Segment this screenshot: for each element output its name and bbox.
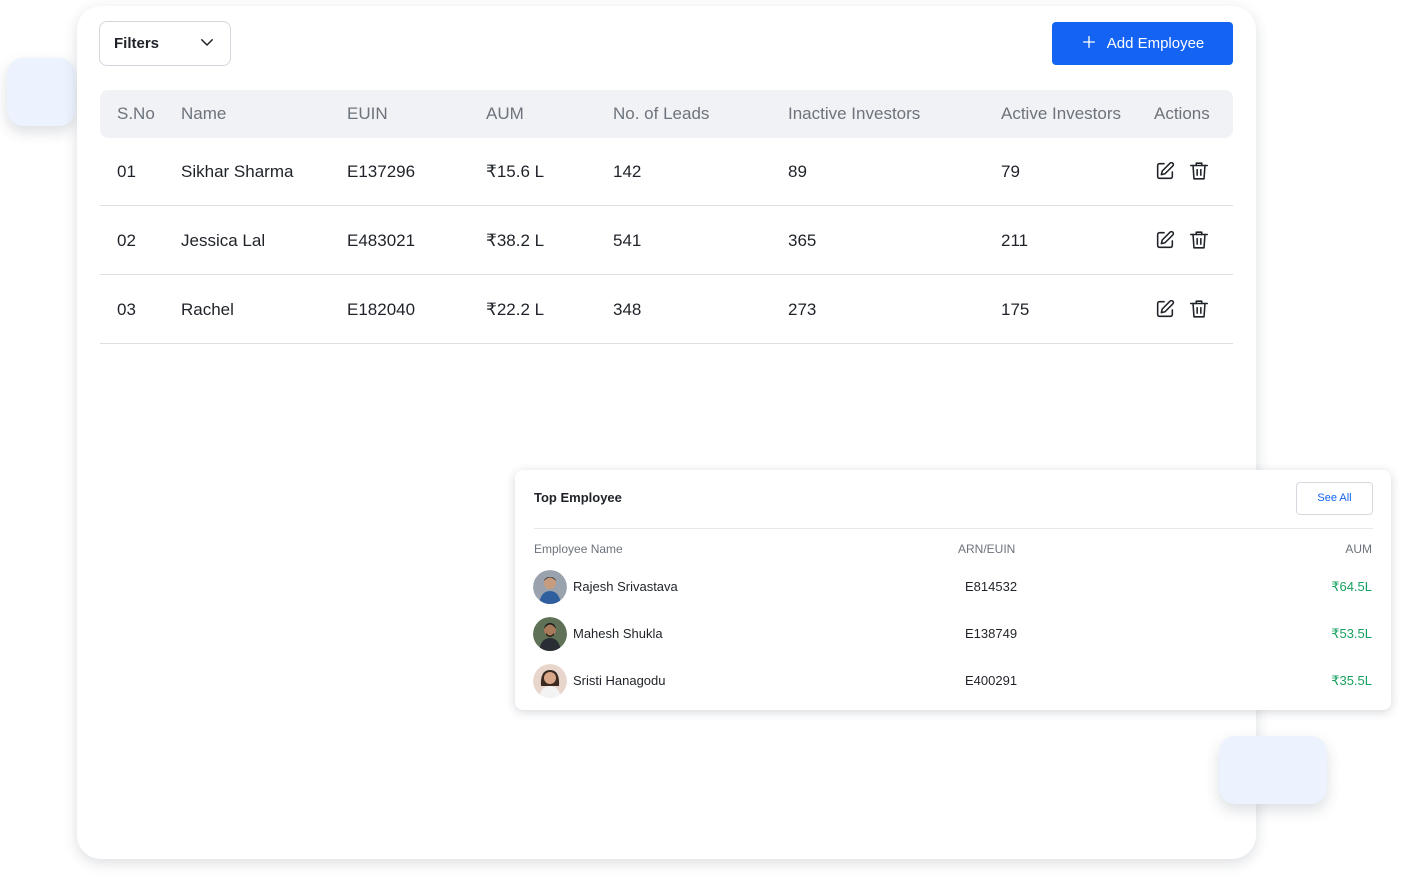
employee-arn: E400291 — [965, 673, 1018, 688]
edit-icon[interactable] — [1154, 229, 1176, 251]
employee-name: Sristi Hanagodu — [573, 673, 666, 688]
column-header-name: Name — [181, 104, 227, 123]
top-employee-card: Top Employee See All Employee Name ARN/E… — [515, 470, 1391, 710]
chevron-down-icon — [198, 33, 216, 55]
column-header-employee-name: Employee Name — [534, 542, 623, 556]
list-item[interactable]: Mahesh Shukla E138749 ₹53.5L — [515, 617, 1391, 663]
employee-aum: ₹53.5L — [1331, 626, 1372, 641]
edit-icon[interactable] — [1154, 160, 1176, 182]
table-header: S.No Name EUIN AUM No. of Leads Inactive… — [100, 90, 1233, 138]
cell-sno: 02 — [117, 231, 136, 250]
cell-name: Rachel — [181, 300, 234, 319]
table-row: 02 Jessica Lal E483021 ₹38.2 L 541 365 2… — [100, 207, 1233, 275]
cell-active-investors: 211 — [1001, 231, 1029, 250]
cell-euin: E137296 — [347, 162, 416, 181]
employee-arn: E814532 — [965, 579, 1018, 594]
see-all-button[interactable]: See All — [1296, 482, 1373, 515]
column-header-aum: AUM — [486, 104, 524, 123]
cell-leads: 348 — [613, 300, 642, 319]
employee-arn: E138749 — [965, 626, 1018, 641]
cell-euin: E483021 — [347, 231, 416, 250]
employee-name: Rajesh Srivastava — [573, 579, 678, 594]
cell-inactive-investors: 89 — [788, 162, 807, 181]
table-row: 01 Sikhar Sharma E137296 ₹15.6 L 142 89 … — [100, 138, 1233, 206]
row-actions — [1154, 298, 1210, 320]
cell-inactive-investors: 273 — [788, 300, 817, 319]
cell-sno: 01 — [117, 162, 136, 181]
decorative-tile-right — [1219, 736, 1327, 804]
column-header-actions: Actions — [1154, 104, 1210, 123]
column-header-leads: No. of Leads — [613, 104, 710, 123]
cell-aum: ₹15.6 L — [486, 162, 545, 181]
cell-aum: ₹22.2 L — [486, 300, 545, 319]
avatar — [533, 664, 567, 698]
page: Filters Add Employee S.No Name EUIN AUM … — [0, 0, 1412, 881]
divider — [534, 528, 1373, 529]
list-item[interactable]: Sristi Hanagodu E400291 ₹35.5L — [515, 664, 1391, 710]
decorative-tile-left — [7, 58, 75, 126]
trash-icon[interactable] — [1188, 160, 1210, 182]
list-item[interactable]: Rajesh Srivastava E814532 ₹64.5L — [515, 570, 1391, 616]
row-actions — [1154, 229, 1210, 251]
trash-icon[interactable] — [1188, 298, 1210, 320]
cell-leads: 541 — [613, 231, 642, 250]
edit-icon[interactable] — [1154, 298, 1176, 320]
cell-euin: E182040 — [347, 300, 416, 319]
employees-panel: Filters Add Employee S.No Name EUIN AUM … — [77, 6, 1256, 859]
filters-dropdown[interactable]: Filters — [99, 21, 231, 66]
trash-icon[interactable] — [1188, 229, 1210, 251]
column-header-sno: S.No — [117, 104, 155, 123]
filters-label: Filters — [114, 35, 160, 52]
add-employee-label: Add Employee — [1106, 35, 1205, 52]
row-actions — [1154, 160, 1210, 182]
cell-inactive-investors: 365 — [788, 231, 817, 250]
table-row: 03 Rachel E182040 ₹22.2 L 348 273 175 — [100, 276, 1233, 344]
column-header-active-investors: Active Investors — [1001, 104, 1121, 123]
cell-aum: ₹38.2 L — [486, 231, 545, 250]
cell-name: Jessica Lal — [181, 231, 266, 250]
employee-aum: ₹64.5L — [1331, 579, 1372, 594]
column-header-euin: EUIN — [347, 104, 388, 123]
employee-aum: ₹35.5L — [1331, 673, 1372, 688]
cell-leads: 142 — [613, 162, 642, 181]
plus-icon — [1081, 34, 1097, 54]
cell-name: Sikhar Sharma — [181, 162, 294, 181]
column-header-aum: AUM — [1345, 542, 1372, 556]
avatar — [533, 570, 567, 604]
cell-active-investors: 175 — [1001, 300, 1030, 319]
cell-sno: 03 — [117, 300, 136, 319]
add-employee-button[interactable]: Add Employee — [1052, 22, 1233, 65]
top-employee-title: Top Employee — [534, 490, 622, 505]
column-header-arn-euin: ARN/EUIN — [958, 542, 1016, 556]
column-header-inactive-investors: Inactive Investors — [788, 104, 921, 123]
avatar — [533, 617, 567, 651]
cell-active-investors: 79 — [1001, 162, 1020, 181]
employee-name: Mahesh Shukla — [573, 626, 663, 641]
